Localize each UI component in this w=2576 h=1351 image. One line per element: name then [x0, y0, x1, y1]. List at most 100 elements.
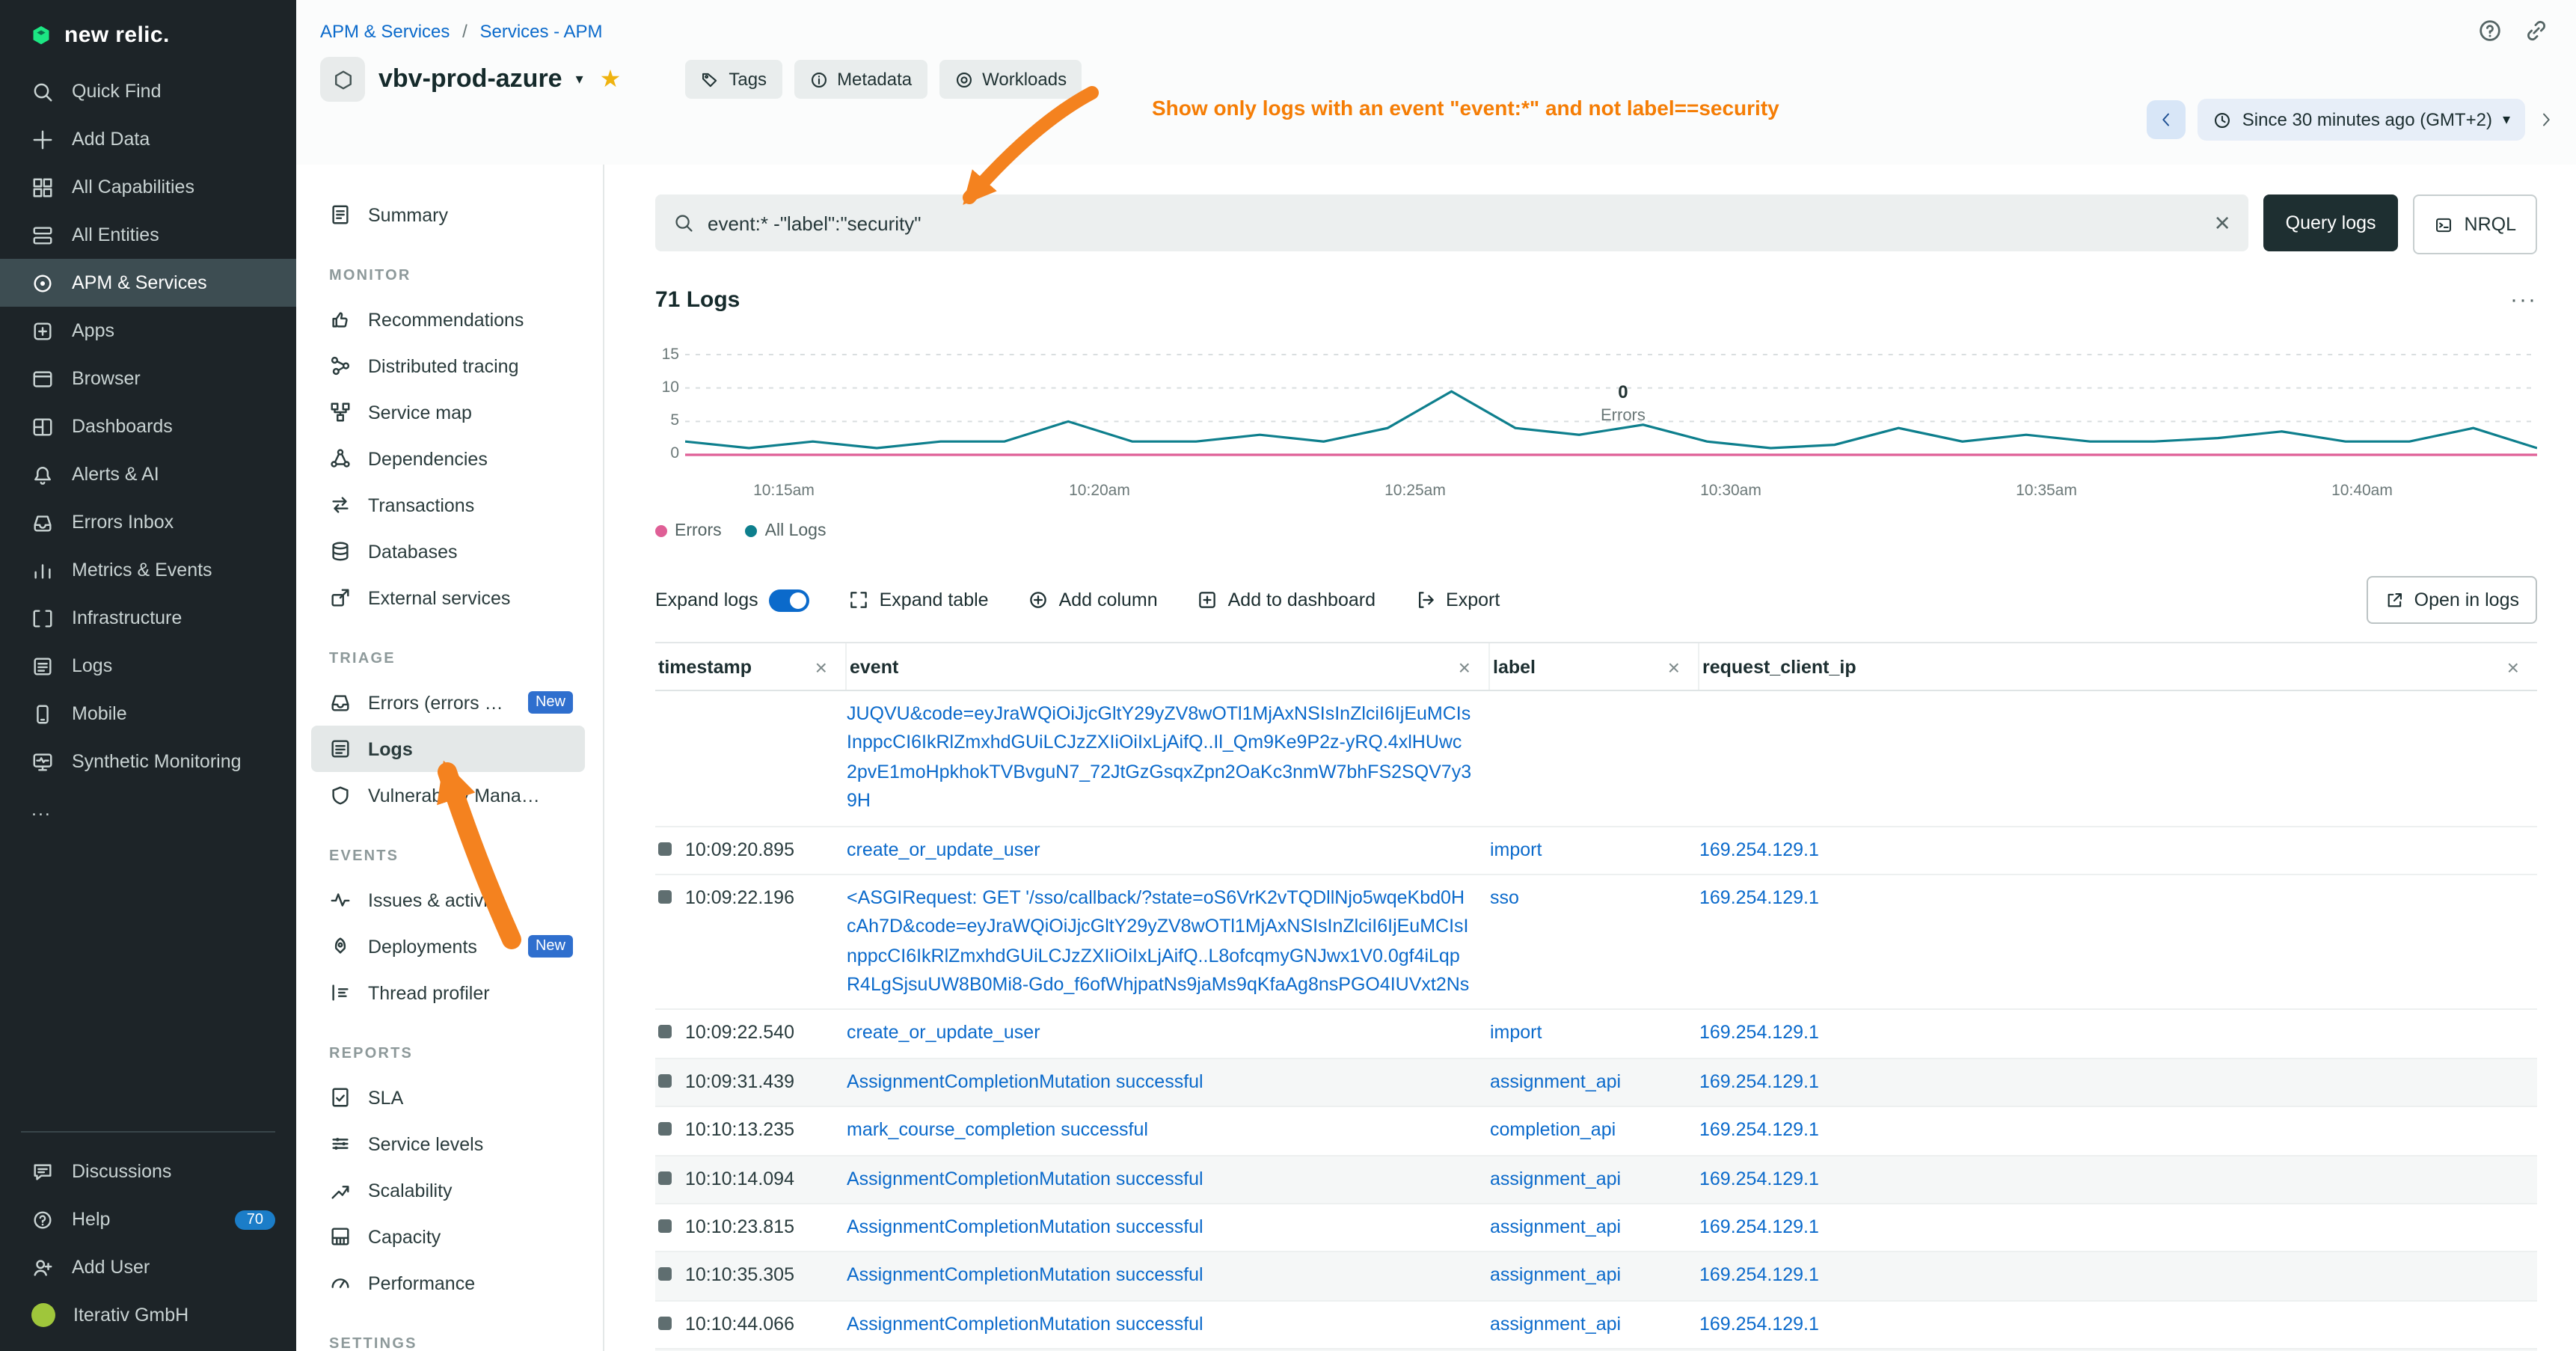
- column-header-label[interactable]: label×: [1490, 643, 1699, 690]
- subnav-item-recommendations[interactable]: Recommendations: [311, 296, 585, 343]
- sidebar-item-dashboards[interactable]: Dashboards: [0, 402, 296, 450]
- event-link[interactable]: JUQVU&code=eyJraWQiOiJjcGltY29yZV8wOTl1M…: [847, 691, 1490, 825]
- table-row[interactable]: 10:09:31.439 AssignmentCompletionMutatio…: [655, 1059, 2537, 1108]
- subnav-item-issues-activity[interactable]: Issues & activity: [311, 877, 585, 923]
- expand-table-button[interactable]: Expand table: [848, 589, 989, 610]
- subnav-item-distributed-tracing[interactable]: Distributed tracing: [311, 343, 585, 389]
- label-link[interactable]: assignment_api: [1490, 1204, 1699, 1252]
- ip-link[interactable]: [1699, 691, 2537, 709]
- breadcrumb-services-apm[interactable]: Services - APM: [479, 21, 602, 42]
- ip-link[interactable]: 169.254.129.1: [1699, 1301, 2537, 1348]
- tags-button[interactable]: Tags: [685, 60, 782, 99]
- remove-column-icon[interactable]: ×: [815, 655, 827, 678]
- legend-all-logs[interactable]: All Logs: [746, 522, 827, 540]
- newrelic-logo[interactable]: new relic.: [0, 0, 296, 67]
- label-link[interactable]: completion_api: [1490, 1107, 1699, 1154]
- subnav-item-thread-profiler[interactable]: Thread profiler: [311, 969, 585, 1016]
- sidebar-item-infrastructure[interactable]: Infrastructure: [0, 594, 296, 642]
- sidebar-item-more[interactable]: ...: [0, 785, 296, 833]
- table-row[interactable]: 10:09:22.196 <ASGIRequest: GET '/sso/cal…: [655, 875, 2537, 1011]
- nrql-button[interactable]: NRQL: [2414, 194, 2537, 254]
- label-link[interactable]: assignment_api: [1490, 1059, 1699, 1106]
- remove-column-icon[interactable]: ×: [2507, 655, 2519, 678]
- ip-link[interactable]: 169.254.129.1: [1699, 1059, 2537, 1106]
- ip-link[interactable]: 169.254.129.1: [1699, 875, 2537, 922]
- export-button[interactable]: Export: [1414, 589, 1500, 610]
- open-in-logs-button[interactable]: Open in logs: [2367, 576, 2537, 624]
- label-link[interactable]: import: [1490, 1011, 1699, 1058]
- clear-query-icon[interactable]: ×: [2215, 209, 2230, 236]
- entity-chevron-down-icon[interactable]: ▾: [576, 71, 583, 88]
- sidebar-item-synthetic-monitoring[interactable]: Synthetic Monitoring: [0, 738, 296, 785]
- subnav-item-external-services[interactable]: External services: [311, 575, 585, 621]
- event-link[interactable]: mark_course_completion successful: [847, 1107, 1490, 1154]
- workloads-button[interactable]: Workloads: [939, 60, 1082, 99]
- ip-link[interactable]: 169.254.129.1: [1699, 1107, 2537, 1154]
- event-link[interactable]: AssignmentCompletionMutation successful: [847, 1059, 1490, 1106]
- sidebar-item-metrics-events[interactable]: Metrics & Events: [0, 546, 296, 594]
- time-picker-button[interactable]: Since 30 minutes ago (GMT+2) ▾: [2198, 99, 2525, 141]
- sidebar-item-all-capabilities[interactable]: All Capabilities: [0, 163, 296, 211]
- ip-link[interactable]: 169.254.129.1: [1699, 827, 2537, 874]
- subnav-item-deployments[interactable]: DeploymentsNew: [311, 923, 585, 969]
- event-link[interactable]: AssignmentCompletionMutation successful: [847, 1204, 1490, 1252]
- label-link[interactable]: assignment_api: [1490, 1156, 1699, 1203]
- subnav-item-capacity[interactable]: Capacity: [311, 1213, 585, 1260]
- subnav-item-summary[interactable]: Summary: [311, 192, 585, 238]
- sidebar-item-account[interactable]: Iterativ GmbH: [0, 1291, 296, 1339]
- sidebar-item-logs[interactable]: Logs: [0, 642, 296, 690]
- table-row[interactable]: JUQVU&code=eyJraWQiOiJjcGltY29yZV8wOTl1M…: [655, 691, 2537, 827]
- label-link[interactable]: [1490, 691, 1699, 709]
- time-back-button[interactable]: [2147, 100, 2186, 139]
- table-row[interactable]: 10:10:13.235 mark_course_completion succ…: [655, 1107, 2537, 1156]
- label-link[interactable]: assignment_api: [1490, 1301, 1699, 1348]
- subnav-item-service-levels[interactable]: Service levels: [311, 1121, 585, 1167]
- legend-errors[interactable]: Errors: [655, 522, 722, 540]
- subnav-item-performance[interactable]: Performance: [311, 1260, 585, 1306]
- add-column-button[interactable]: Add column: [1028, 589, 1158, 610]
- column-header-request-client-ip[interactable]: request_client_ip×: [1699, 643, 2537, 690]
- sidebar-item-help[interactable]: Help70: [0, 1195, 296, 1243]
- table-row[interactable]: 10:10:35.305 AssignmentCompletionMutatio…: [655, 1253, 2537, 1302]
- table-row[interactable]: 10:10:23.815 AssignmentCompletionMutatio…: [655, 1204, 2537, 1253]
- subnav-item-dependencies[interactable]: Dependencies: [311, 435, 585, 482]
- label-link[interactable]: import: [1490, 827, 1699, 874]
- subnav-item-databases[interactable]: Databases: [311, 528, 585, 575]
- breadcrumb-apm-services[interactable]: APM & Services: [320, 21, 450, 42]
- chart-plot-area[interactable]: 0 Errors: [685, 340, 2537, 477]
- remove-column-icon[interactable]: ×: [1459, 655, 1471, 678]
- expand-logs-toggle[interactable]: Expand logs: [655, 589, 809, 611]
- log-query-input[interactable]: event:* -"label":"security" ×: [655, 194, 2248, 251]
- sidebar-item-mobile[interactable]: Mobile: [0, 690, 296, 738]
- event-link[interactable]: AssignmentCompletionMutation successful: [847, 1301, 1490, 1348]
- event-link[interactable]: create_or_update_user: [847, 827, 1490, 874]
- subnav-item-scalability[interactable]: Scalability: [311, 1167, 585, 1213]
- subnav-item-sla[interactable]: SLA: [311, 1074, 585, 1121]
- ip-link[interactable]: 169.254.129.1: [1699, 1011, 2537, 1058]
- favorite-star-icon[interactable]: ★: [600, 64, 622, 94]
- event-link[interactable]: create_or_update_user: [847, 1011, 1490, 1058]
- metadata-button[interactable]: Metadata: [794, 60, 927, 99]
- sidebar-item-add-data[interactable]: Add Data: [0, 115, 296, 163]
- chart-menu-icon[interactable]: ···: [2510, 287, 2537, 313]
- ip-link[interactable]: 169.254.129.1: [1699, 1253, 2537, 1300]
- subnav-item-errors-inbox[interactable]: Errors (errors inb...New: [311, 679, 585, 726]
- sidebar-item-apm-services[interactable]: APM & Services: [0, 259, 296, 307]
- event-link[interactable]: <ASGIRequest: GET '/sso/callback/?state=…: [847, 875, 1490, 1009]
- table-row[interactable]: 10:10:44.066 AssignmentCompletionMutatio…: [655, 1301, 2537, 1350]
- table-row[interactable]: 10:09:22.540 create_or_update_user impor…: [655, 1011, 2537, 1059]
- ip-link[interactable]: 169.254.129.1: [1699, 1156, 2537, 1203]
- subnav-item-logs[interactable]: Logs: [311, 726, 585, 772]
- sidebar-item-errors-inbox[interactable]: Errors Inbox: [0, 498, 296, 546]
- query-logs-button[interactable]: Query logs: [2263, 194, 2399, 251]
- link-icon[interactable]: [2524, 18, 2549, 43]
- sidebar-item-apps[interactable]: Apps: [0, 307, 296, 355]
- time-forward-button[interactable]: [2537, 111, 2555, 129]
- subnav-item-transactions[interactable]: Transactions: [311, 482, 585, 528]
- table-row[interactable]: 10:10:14.094 AssignmentCompletionMutatio…: [655, 1156, 2537, 1204]
- add-to-dashboard-button[interactable]: Add to dashboard: [1197, 589, 1376, 610]
- subnav-item-service-map[interactable]: Service map: [311, 389, 585, 435]
- table-row[interactable]: 10:09:20.895 create_or_update_user impor…: [655, 827, 2537, 875]
- column-header-event[interactable]: event×: [847, 643, 1490, 690]
- sidebar-item-browser[interactable]: Browser: [0, 355, 296, 402]
